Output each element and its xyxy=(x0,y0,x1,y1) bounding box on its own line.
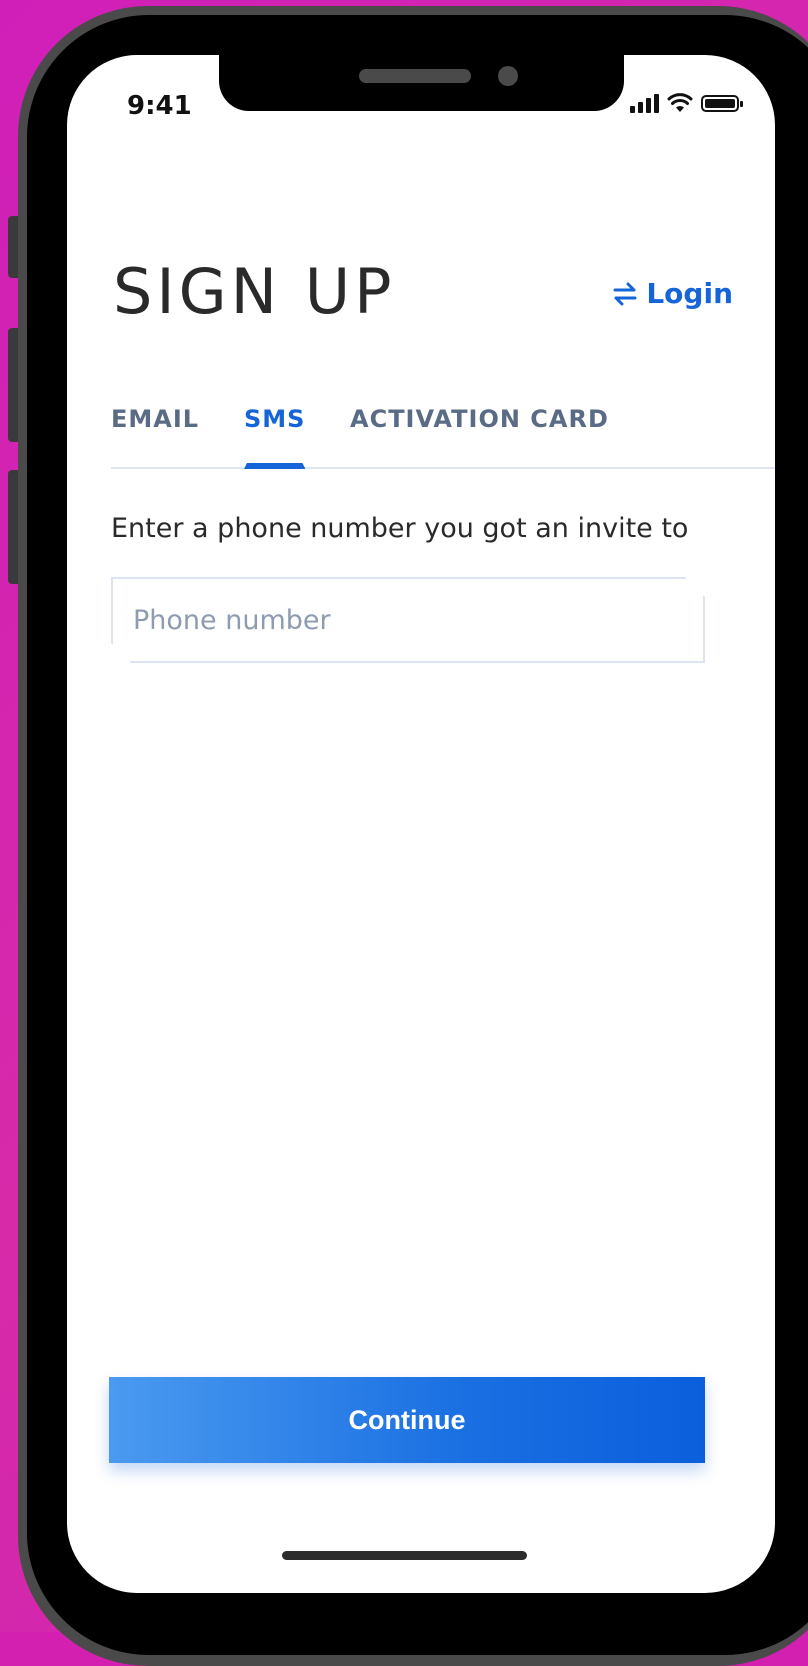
status-time: 9:41 xyxy=(127,91,192,121)
active-tab-indicator xyxy=(244,463,305,469)
notch xyxy=(219,55,624,111)
status-icons xyxy=(630,93,743,113)
camera xyxy=(498,66,518,86)
home-indicator xyxy=(282,1551,527,1560)
login-label: Login xyxy=(646,277,733,310)
tab-sms-label: SMS xyxy=(244,405,306,433)
phone-prompt: Enter a phone number you got an invite t… xyxy=(111,513,689,544)
phone-field xyxy=(111,577,705,663)
phone-number-input[interactable] xyxy=(113,578,703,662)
tab-email[interactable]: EMAIL xyxy=(111,405,199,445)
tab-activation-card-label: ACTIVATION CARD xyxy=(350,405,609,433)
swap-arrows-icon xyxy=(613,282,637,305)
tab-activation-card[interactable]: ACTIVATION CARD xyxy=(350,405,609,445)
signal-icon xyxy=(630,93,659,113)
continue-label: Continue xyxy=(348,1404,466,1435)
wifi-icon xyxy=(667,93,693,112)
signup-tabs: EMAIL SMS ACTIVATION CARD xyxy=(111,405,775,469)
battery-icon xyxy=(701,94,743,112)
tab-sms[interactable]: SMS xyxy=(244,405,305,467)
speaker xyxy=(359,69,471,83)
phone-screen: 9:41 SIGN UP Login EMAIL SMS ACTIVATION … xyxy=(67,55,775,1593)
login-link[interactable]: Login xyxy=(612,277,733,310)
continue-button[interactable]: Continue xyxy=(109,1377,705,1463)
tab-email-label: EMAIL xyxy=(111,405,200,433)
page-title: SIGN UP xyxy=(113,255,396,328)
